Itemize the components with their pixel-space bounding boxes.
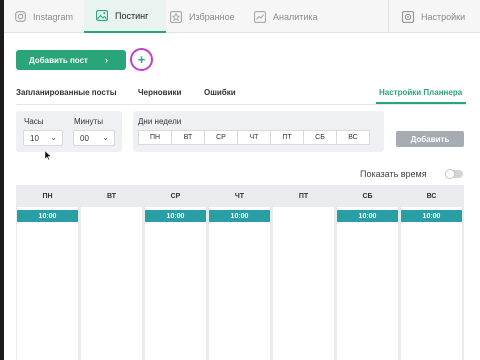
subtab-scheduled-posts[interactable]: Запланированные посты bbox=[16, 88, 117, 97]
gear-icon bbox=[402, 10, 414, 23]
show-time-toggle[interactable] bbox=[445, 169, 463, 179]
day-header: ЧТ bbox=[234, 192, 245, 200]
chevron-down-icon: ⌄ bbox=[102, 133, 109, 142]
minutes-value: 00 bbox=[80, 133, 89, 143]
instagram-icon bbox=[14, 11, 26, 23]
time-slot[interactable]: 10:00 bbox=[337, 210, 398, 222]
tab-settings[interactable]: Настройки bbox=[396, 0, 480, 33]
day-column-body bbox=[209, 207, 270, 360]
day-column-body bbox=[81, 207, 142, 360]
star-icon bbox=[170, 10, 182, 23]
day-column-wed: СР 10:00 bbox=[144, 185, 207, 360]
day-button-tue[interactable]: ВТ bbox=[171, 130, 205, 145]
time-slot[interactable]: 10:00 bbox=[209, 210, 270, 222]
day-header: СБ bbox=[362, 192, 373, 200]
day-column-body bbox=[401, 207, 462, 360]
tab-posting-label: Постинг bbox=[115, 10, 149, 21]
day-button-mon[interactable]: ПН bbox=[138, 130, 172, 145]
day-button-sun[interactable]: ВС bbox=[336, 130, 370, 145]
minutes-label: Минуты bbox=[74, 117, 103, 126]
chevron-right-icon: › bbox=[105, 55, 108, 65]
day-header: ВТ bbox=[106, 192, 117, 200]
day-button-wed[interactable]: СР bbox=[204, 130, 238, 145]
plus-icon[interactable]: + bbox=[130, 48, 153, 71]
day-button-sat[interactable]: СБ bbox=[303, 130, 337, 145]
subtabs: Запланированные посты Черновики Ошибки Н… bbox=[16, 88, 466, 104]
chevron-down-icon: ⌄ bbox=[50, 133, 57, 142]
nav-divider bbox=[388, 0, 389, 33]
subtabs-divider bbox=[16, 104, 466, 105]
image-icon bbox=[96, 10, 108, 22]
add-post-button[interactable]: Добавить пост › bbox=[16, 50, 126, 70]
minutes-select[interactable]: 00 ⌄ bbox=[73, 130, 115, 146]
day-column-tue: ВТ bbox=[80, 185, 143, 360]
subtab-planner-settings[interactable]: Настройки Планнера bbox=[379, 88, 462, 97]
tab-instagram[interactable]: Instagram bbox=[10, 0, 80, 33]
day-header: ВС bbox=[426, 192, 437, 200]
tab-favorites[interactable]: Избранное bbox=[166, 0, 256, 33]
hours-label: Часы bbox=[24, 117, 44, 126]
day-button-thu[interactable]: ЧТ bbox=[237, 130, 271, 145]
tab-settings-label: Настройки bbox=[421, 11, 466, 22]
day-column-sun: ВС 10:00 bbox=[400, 185, 463, 360]
window-edge bbox=[0, 0, 4, 360]
hours-value: 10 bbox=[30, 133, 39, 143]
weekdays-label: Дни недели bbox=[138, 117, 182, 126]
day-column-body bbox=[17, 207, 78, 360]
tab-favorites-label: Избранное bbox=[189, 11, 235, 22]
day-column-body bbox=[273, 207, 334, 360]
tab-instagram-label: Instagram bbox=[33, 11, 74, 22]
subtab-errors[interactable]: Ошибки bbox=[204, 88, 236, 97]
week-grid: ПН 10:00 ВТ СР 10:00 ЧТ 10:00 ПТ СБ 10:0… bbox=[16, 185, 464, 360]
add-time-button[interactable]: Добавить bbox=[396, 131, 464, 147]
time-slot[interactable]: 10:00 bbox=[17, 210, 78, 222]
show-time-label: Показать время bbox=[360, 169, 427, 179]
day-button-fri[interactable]: ПТ bbox=[270, 130, 304, 145]
mouse-cursor-icon bbox=[44, 147, 52, 161]
tab-analytics[interactable]: Аналитика bbox=[250, 0, 340, 33]
time-selector: Часы Минуты 10 ⌄ 00 ⌄ bbox=[16, 111, 122, 152]
day-column-fri: ПТ bbox=[272, 185, 335, 360]
subtab-drafts[interactable]: Черновики bbox=[138, 88, 181, 97]
top-navigation: Instagram Постинг Избранное Аналитика На… bbox=[4, 0, 480, 33]
tab-analytics-label: Аналитика bbox=[273, 11, 318, 22]
chart-icon bbox=[254, 10, 266, 23]
day-column-thu: ЧТ 10:00 bbox=[208, 185, 271, 360]
day-column-mon: ПН 10:00 bbox=[16, 185, 79, 360]
weekday-selector: Дни недели ПН ВТ СР ЧТ ПТ СБ ВС bbox=[133, 111, 384, 152]
toggle-knob bbox=[445, 169, 455, 179]
day-header: ПТ bbox=[298, 192, 309, 200]
app-window: Instagram Постинг Избранное Аналитика На… bbox=[0, 0, 480, 360]
time-slot[interactable]: 10:00 bbox=[145, 210, 206, 222]
weekday-buttons: ПН ВТ СР ЧТ ПТ СБ ВС bbox=[138, 130, 370, 145]
day-column-body bbox=[145, 207, 206, 360]
time-slot[interactable]: 10:00 bbox=[401, 210, 462, 222]
day-header: ПН bbox=[42, 192, 53, 200]
hours-select[interactable]: 10 ⌄ bbox=[23, 130, 63, 146]
add-post-label: Добавить пост bbox=[29, 55, 88, 65]
day-header: СР bbox=[170, 192, 181, 200]
tab-posting[interactable]: Постинг bbox=[84, 0, 166, 33]
day-column-body bbox=[337, 207, 398, 360]
day-column-sat: СБ 10:00 bbox=[336, 185, 399, 360]
